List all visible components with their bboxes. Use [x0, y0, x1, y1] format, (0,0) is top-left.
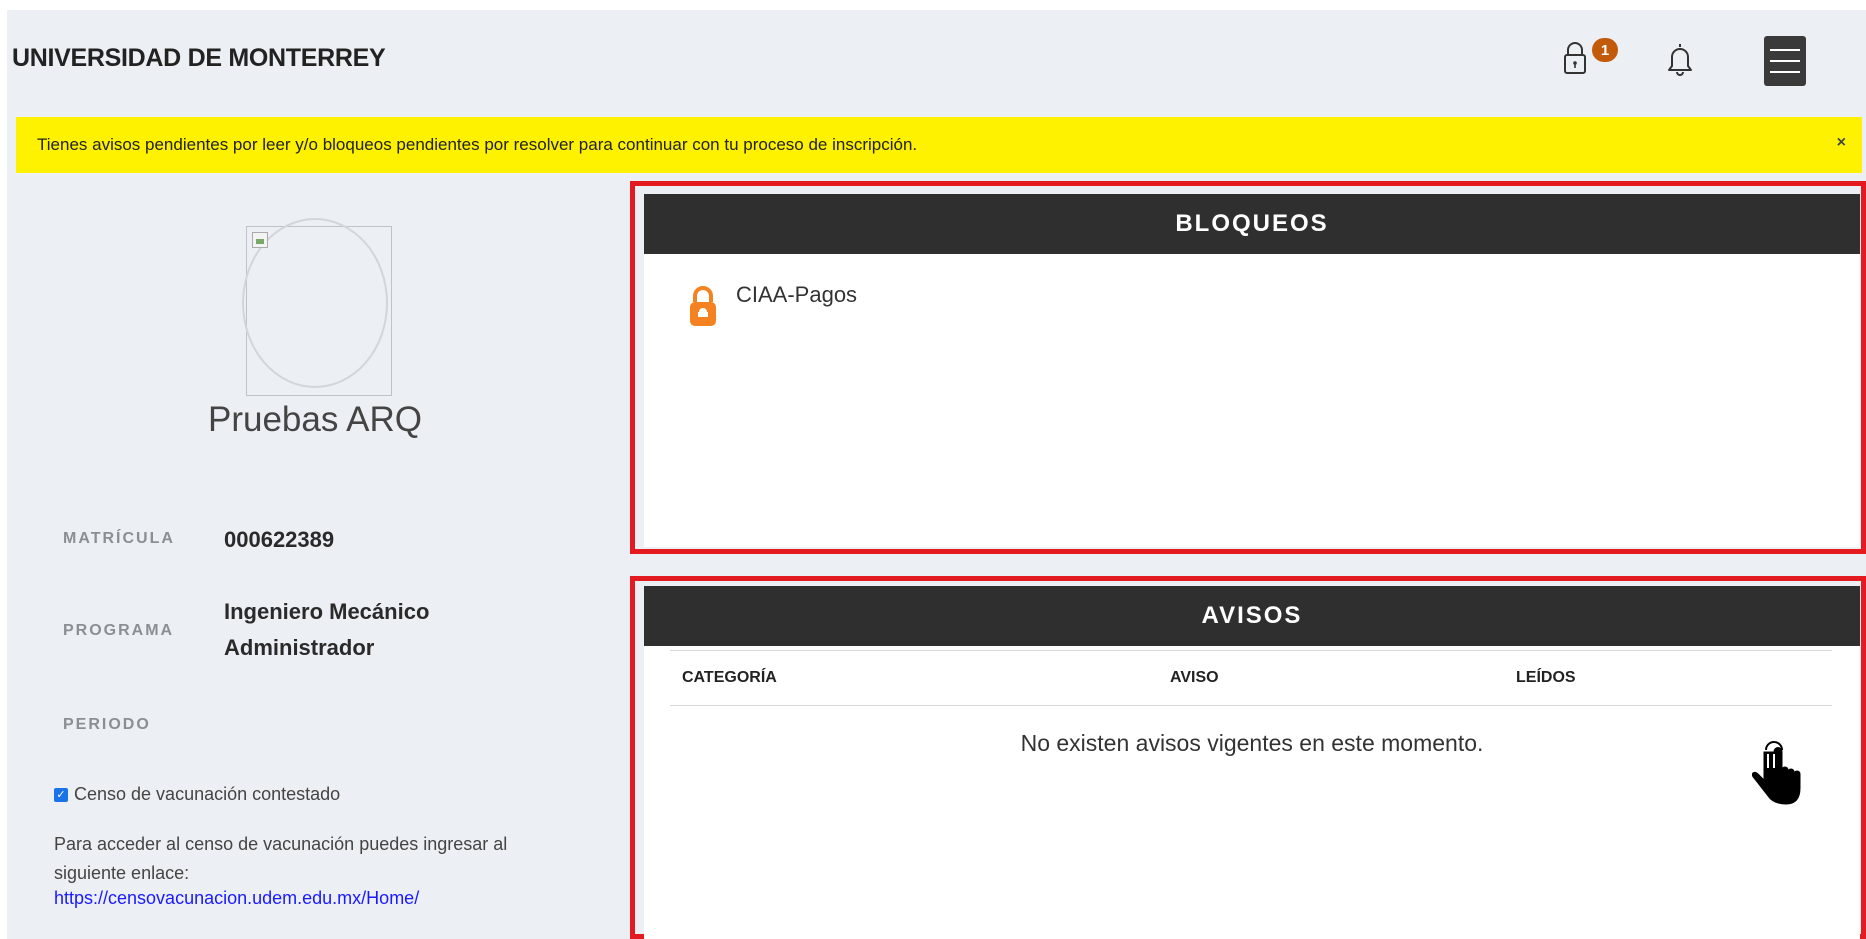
- programa-value-line2: Administrador: [224, 635, 375, 660]
- avisos-table-header: CATEGORÍA AVISO LEÍDOS: [670, 650, 1832, 706]
- hamburger-menu-icon: [1770, 49, 1800, 51]
- hamburger-menu-button[interactable]: [1764, 36, 1806, 86]
- vaccination-info-text: Para acceder al censo de vacunación pued…: [54, 834, 508, 883]
- bloqueo-label: CIAA-Pagos: [736, 282, 858, 307]
- university-title: UNIVERSIDAD DE MONTERREY: [12, 44, 386, 72]
- bloqueo-item[interactable]: CIAA-Pagos: [688, 282, 858, 328]
- orange-lock-icon: [690, 286, 716, 326]
- close-alert-button[interactable]: ×: [1837, 134, 1846, 152]
- matricula-label: MATRÍCULA: [63, 530, 175, 547]
- column-header-aviso[interactable]: AVISO: [1170, 669, 1219, 687]
- vaccination-checkbox-label: Censo de vacunación contestado: [74, 784, 341, 804]
- programa-label: PROGRAMA: [63, 622, 175, 639]
- avisos-panel: AVISOS CATEGORÍA AVISO LEÍDOS No existen…: [644, 586, 1860, 939]
- matricula-value: 000622389: [224, 527, 335, 552]
- hand-pointer-cursor-icon: [1752, 741, 1801, 805]
- notification-badge: 1: [1592, 38, 1618, 62]
- periodo-label: PERIODO: [63, 716, 151, 733]
- broken-image-icon: [252, 232, 268, 248]
- pending-alert-banner: Tienes avisos pendientes por leer y/o bl…: [16, 117, 1862, 173]
- student-name: Pruebas ARQ: [208, 400, 422, 439]
- menu-bar: [1770, 71, 1800, 73]
- programa-value-line1: Ingeniero Mecánico: [224, 599, 430, 624]
- bloqueos-header: BLOQUEOS: [644, 194, 1860, 254]
- column-header-categoria[interactable]: CATEGORÍA: [682, 669, 777, 687]
- lock-icon[interactable]: [1560, 38, 1590, 78]
- alert-message: Tienes avisos pendientes por leer y/o bl…: [37, 135, 918, 154]
- vaccination-census-checkbox-row: ✓ Censo de vacunación contestado: [54, 784, 340, 805]
- bell-icon[interactable]: [1665, 38, 1695, 78]
- vaccination-census-link[interactable]: https://censovacunacion.udem.edu.mx/Home…: [54, 888, 419, 909]
- menu-bar: [1770, 60, 1800, 62]
- avisos-header: AVISOS: [644, 586, 1860, 646]
- bloqueos-panel: BLOQUEOS CIAA-Pagos: [644, 194, 1860, 547]
- column-header-leidos[interactable]: LEÍDOS: [1516, 669, 1576, 687]
- avisos-empty-message: No existen avisos vigentes en este momen…: [1020, 730, 1484, 756]
- vaccination-checkbox[interactable]: ✓: [54, 787, 68, 802]
